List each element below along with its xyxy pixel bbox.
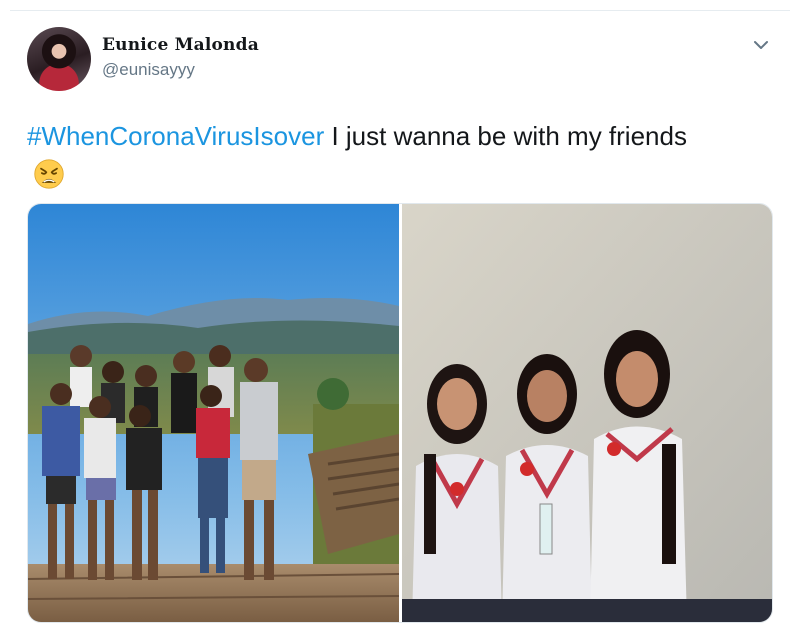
uniform-girls-photo[interactable] [402, 204, 772, 622]
avatar[interactable] [27, 27, 91, 91]
hashtag-link[interactable]: #WhenCoronaVirusIsover [27, 121, 324, 151]
tweet-text: #WhenCoronaVirusIsover I just wanna be w… [27, 117, 727, 193]
tweet-body-text: I just wanna be with my friends [324, 121, 687, 151]
group-photo-mountain[interactable] [28, 204, 399, 622]
display-name[interactable]: Eunice Malonda [102, 35, 259, 55]
chevron-down-icon[interactable] [752, 36, 770, 54]
media-grid [27, 203, 773, 623]
user-handle[interactable]: @eunisayyy [102, 60, 195, 80]
tweet-card: Eunice Malonda @eunisayyy #WhenCoronaVir… [10, 10, 790, 642]
weary-face-emoji-icon [34, 159, 64, 189]
